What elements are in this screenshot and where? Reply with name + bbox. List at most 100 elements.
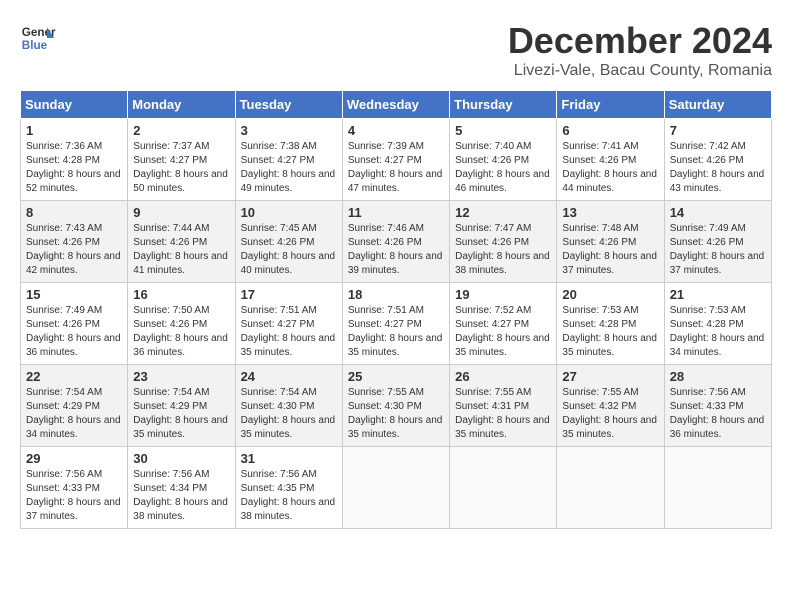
day-number: 27 [562,369,658,384]
day-number: 23 [133,369,229,384]
weekday-header: Monday [128,91,235,119]
calendar-cell: 5 Sunrise: 7:40 AM Sunset: 4:26 PM Dayli… [450,119,557,201]
calendar-cell [342,447,449,529]
day-info: Sunrise: 7:51 AM Sunset: 4:27 PM Dayligh… [348,304,444,360]
calendar-cell: 7 Sunrise: 7:42 AM Sunset: 4:26 PM Dayli… [664,119,771,201]
day-number: 25 [348,369,444,384]
calendar-cell: 31 Sunrise: 7:56 AM Sunset: 4:35 PM Dayl… [235,447,342,529]
day-info: Sunrise: 7:45 AM Sunset: 4:26 PM Dayligh… [241,222,337,278]
weekday-header: Friday [557,91,664,119]
page-title: December 2024 [508,20,772,62]
day-number: 11 [348,205,444,220]
calendar-cell: 13 Sunrise: 7:48 AM Sunset: 4:26 PM Dayl… [557,201,664,283]
day-number: 24 [241,369,337,384]
day-number: 30 [133,451,229,466]
calendar-cell: 3 Sunrise: 7:38 AM Sunset: 4:27 PM Dayli… [235,119,342,201]
day-number: 10 [241,205,337,220]
day-number: 31 [241,451,337,466]
day-info: Sunrise: 7:42 AM Sunset: 4:26 PM Dayligh… [670,140,766,196]
calendar-cell: 19 Sunrise: 7:52 AM Sunset: 4:27 PM Dayl… [450,283,557,365]
day-info: Sunrise: 7:56 AM Sunset: 4:33 PM Dayligh… [26,468,122,524]
calendar-table: SundayMondayTuesdayWednesdayThursdayFrid… [20,90,772,529]
day-number: 7 [670,123,766,138]
day-info: Sunrise: 7:53 AM Sunset: 4:28 PM Dayligh… [670,304,766,360]
day-info: Sunrise: 7:43 AM Sunset: 4:26 PM Dayligh… [26,222,122,278]
day-number: 19 [455,287,551,302]
calendar-cell: 8 Sunrise: 7:43 AM Sunset: 4:26 PM Dayli… [21,201,128,283]
day-number: 2 [133,123,229,138]
calendar-cell: 2 Sunrise: 7:37 AM Sunset: 4:27 PM Dayli… [128,119,235,201]
day-number: 20 [562,287,658,302]
calendar-cell: 17 Sunrise: 7:51 AM Sunset: 4:27 PM Dayl… [235,283,342,365]
weekday-header: Saturday [664,91,771,119]
day-number: 12 [455,205,551,220]
day-info: Sunrise: 7:49 AM Sunset: 4:26 PM Dayligh… [670,222,766,278]
page-header: General Blue December 2024 Livezi-Vale, … [20,20,772,80]
day-number: 26 [455,369,551,384]
calendar-cell: 12 Sunrise: 7:47 AM Sunset: 4:26 PM Dayl… [450,201,557,283]
day-info: Sunrise: 7:50 AM Sunset: 4:26 PM Dayligh… [133,304,229,360]
calendar-cell: 9 Sunrise: 7:44 AM Sunset: 4:26 PM Dayli… [128,201,235,283]
day-info: Sunrise: 7:56 AM Sunset: 4:35 PM Dayligh… [241,468,337,524]
calendar-cell: 6 Sunrise: 7:41 AM Sunset: 4:26 PM Dayli… [557,119,664,201]
day-info: Sunrise: 7:52 AM Sunset: 4:27 PM Dayligh… [455,304,551,360]
calendar-cell: 22 Sunrise: 7:54 AM Sunset: 4:29 PM Dayl… [21,365,128,447]
day-info: Sunrise: 7:36 AM Sunset: 4:28 PM Dayligh… [26,140,122,196]
weekday-header: Tuesday [235,91,342,119]
calendar-cell: 21 Sunrise: 7:53 AM Sunset: 4:28 PM Dayl… [664,283,771,365]
calendar-week-row: 29 Sunrise: 7:56 AM Sunset: 4:33 PM Dayl… [21,447,772,529]
calendar-cell: 23 Sunrise: 7:54 AM Sunset: 4:29 PM Dayl… [128,365,235,447]
day-info: Sunrise: 7:37 AM Sunset: 4:27 PM Dayligh… [133,140,229,196]
day-info: Sunrise: 7:55 AM Sunset: 4:30 PM Dayligh… [348,386,444,442]
day-number: 17 [241,287,337,302]
day-number: 22 [26,369,122,384]
calendar-week-row: 8 Sunrise: 7:43 AM Sunset: 4:26 PM Dayli… [21,201,772,283]
day-info: Sunrise: 7:54 AM Sunset: 4:29 PM Dayligh… [133,386,229,442]
day-number: 4 [348,123,444,138]
day-info: Sunrise: 7:53 AM Sunset: 4:28 PM Dayligh… [562,304,658,360]
calendar-cell: 28 Sunrise: 7:56 AM Sunset: 4:33 PM Dayl… [664,365,771,447]
day-info: Sunrise: 7:47 AM Sunset: 4:26 PM Dayligh… [455,222,551,278]
weekday-header: Thursday [450,91,557,119]
calendar-cell: 18 Sunrise: 7:51 AM Sunset: 4:27 PM Dayl… [342,283,449,365]
weekday-header: Sunday [21,91,128,119]
day-number: 29 [26,451,122,466]
day-info: Sunrise: 7:41 AM Sunset: 4:26 PM Dayligh… [562,140,658,196]
day-info: Sunrise: 7:54 AM Sunset: 4:30 PM Dayligh… [241,386,337,442]
day-number: 18 [348,287,444,302]
calendar-cell: 26 Sunrise: 7:55 AM Sunset: 4:31 PM Dayl… [450,365,557,447]
calendar-cell: 27 Sunrise: 7:55 AM Sunset: 4:32 PM Dayl… [557,365,664,447]
calendar-cell [557,447,664,529]
day-number: 21 [670,287,766,302]
calendar-header-row: SundayMondayTuesdayWednesdayThursdayFrid… [21,91,772,119]
svg-text:Blue: Blue [22,39,48,52]
day-number: 15 [26,287,122,302]
weekday-header: Wednesday [342,91,449,119]
day-info: Sunrise: 7:39 AM Sunset: 4:27 PM Dayligh… [348,140,444,196]
day-info: Sunrise: 7:55 AM Sunset: 4:32 PM Dayligh… [562,386,658,442]
calendar-cell: 15 Sunrise: 7:49 AM Sunset: 4:26 PM Dayl… [21,283,128,365]
calendar-cell [450,447,557,529]
logo: General Blue [20,20,56,56]
calendar-cell: 24 Sunrise: 7:54 AM Sunset: 4:30 PM Dayl… [235,365,342,447]
logo-icon: General Blue [20,20,56,56]
calendar-cell: 11 Sunrise: 7:46 AM Sunset: 4:26 PM Dayl… [342,201,449,283]
calendar-week-row: 15 Sunrise: 7:49 AM Sunset: 4:26 PM Dayl… [21,283,772,365]
day-number: 13 [562,205,658,220]
day-info: Sunrise: 7:56 AM Sunset: 4:33 PM Dayligh… [670,386,766,442]
day-info: Sunrise: 7:49 AM Sunset: 4:26 PM Dayligh… [26,304,122,360]
day-number: 9 [133,205,229,220]
day-number: 14 [670,205,766,220]
calendar-cell: 14 Sunrise: 7:49 AM Sunset: 4:26 PM Dayl… [664,201,771,283]
day-info: Sunrise: 7:44 AM Sunset: 4:26 PM Dayligh… [133,222,229,278]
day-number: 16 [133,287,229,302]
calendar-cell: 29 Sunrise: 7:56 AM Sunset: 4:33 PM Dayl… [21,447,128,529]
day-number: 3 [241,123,337,138]
calendar-week-row: 22 Sunrise: 7:54 AM Sunset: 4:29 PM Dayl… [21,365,772,447]
calendar-cell [664,447,771,529]
day-info: Sunrise: 7:56 AM Sunset: 4:34 PM Dayligh… [133,468,229,524]
title-section: December 2024 Livezi-Vale, Bacau County,… [508,20,772,80]
day-info: Sunrise: 7:38 AM Sunset: 4:27 PM Dayligh… [241,140,337,196]
calendar-cell: 4 Sunrise: 7:39 AM Sunset: 4:27 PM Dayli… [342,119,449,201]
calendar-cell: 30 Sunrise: 7:56 AM Sunset: 4:34 PM Dayl… [128,447,235,529]
